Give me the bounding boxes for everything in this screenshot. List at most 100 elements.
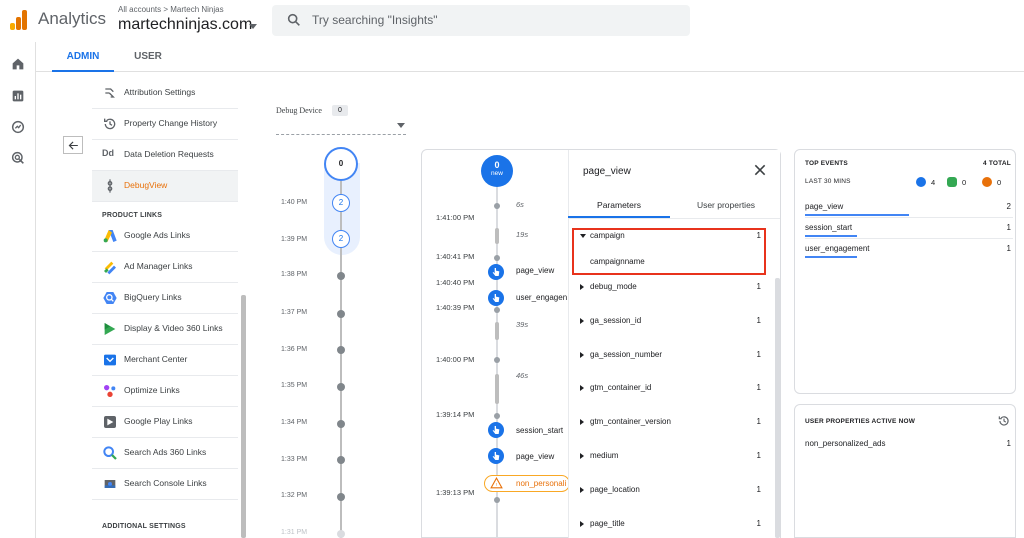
caret-right-icon — [580, 352, 584, 358]
seconds-gap: 6s — [516, 200, 524, 209]
minute-label: 1:36 PM — [281, 346, 308, 353]
reports-icon[interactable] — [10, 88, 26, 104]
seconds-dot — [494, 357, 500, 363]
advertising-icon[interactable] — [10, 150, 26, 166]
seconds-dot — [494, 203, 500, 209]
minute-dot[interactable] — [337, 310, 345, 318]
seconds-dot — [494, 497, 500, 503]
tab-parameters[interactable]: Parameters — [568, 200, 670, 218]
nav-item-bigquery-links[interactable]: BigQuery Links — [92, 283, 238, 314]
seconds-timestamp: 1:40:00 PM — [436, 355, 475, 364]
search-bar[interactable]: Try searching "Insights" — [272, 5, 690, 36]
param-row-page-title[interactable]: page_title 1 — [580, 519, 766, 533]
param-row-ga-session-number[interactable]: ga_session_number 1 — [580, 350, 766, 364]
minute-dot[interactable] — [337, 383, 345, 391]
minute-label: 1:40 PM — [281, 199, 308, 206]
event-label[interactable]: page_view — [516, 452, 554, 461]
minute-event-count[interactable]: 2 — [332, 194, 350, 212]
user-property-row[interactable]: non_personalized_ads 1 — [805, 437, 1013, 457]
event-share-bar — [805, 214, 909, 216]
conversion-event-icon — [947, 177, 957, 187]
left-nav-rail — [0, 42, 36, 538]
minute-dot[interactable] — [337, 420, 345, 428]
app-name: Analytics — [38, 9, 107, 28]
minute-dot[interactable] — [337, 272, 345, 280]
nav-item-optimize-links[interactable]: Optimize Links — [92, 376, 238, 407]
nav-item-search-console-links[interactable]: Search Console Links — [92, 469, 238, 500]
top-events-title: TOP EVENTS — [805, 160, 848, 167]
debugview-icon — [107, 179, 113, 193]
account-breadcrumb[interactable]: All accounts > Martech Ninjas — [118, 5, 224, 14]
account-picker[interactable]: martechninjas.com — [118, 16, 258, 36]
optimize-icon — [104, 385, 116, 397]
top-events-card — [794, 149, 1016, 394]
event-page-view-icon[interactable] — [488, 264, 504, 280]
event-page-view-icon[interactable] — [488, 448, 504, 464]
seconds-new-counter[interactable]: 0 new — [481, 155, 513, 187]
nav-item-debugview[interactable]: DebugView — [92, 171, 238, 202]
conversion-event-count: 0 — [962, 178, 967, 187]
merchant-center-icon — [104, 354, 116, 366]
minute-event-count[interactable]: 2 — [332, 230, 350, 248]
account-name: martechninjas.com — [118, 16, 253, 33]
caret-right-icon — [580, 487, 584, 493]
param-row-page-location[interactable]: page_location 1 — [580, 485, 766, 499]
nav-item-attribution-settings[interactable]: Attribution Settings — [92, 78, 238, 109]
caret-right-icon — [580, 521, 584, 527]
event-session-start-icon[interactable] — [488, 422, 504, 438]
nav-item-merchant-center[interactable]: Merchant Center — [92, 345, 238, 376]
minute-dot[interactable] — [337, 346, 345, 354]
detail-scrollbar[interactable] — [775, 278, 780, 538]
nav-item-property-change-history[interactable]: Property Change History — [92, 109, 238, 140]
nav-item-google-ads-links[interactable]: Google Ads Links — [92, 221, 238, 252]
search-ads-icon — [103, 446, 117, 460]
minutes-top-counter[interactable]: 0 — [324, 147, 358, 181]
analytics-logo[interactable] — [10, 10, 28, 30]
param-row-gtm-container-id[interactable]: gtm_container_id 1 — [580, 383, 766, 397]
nav-item-data-deletion-requests[interactable]: Dd Data Deletion Requests — [92, 140, 238, 171]
seconds-gap: 19s — [516, 230, 529, 239]
param-row-medium[interactable]: medium 1 — [580, 451, 766, 465]
history-icon — [104, 118, 116, 130]
seconds-timestamp: 1:39:13 PM — [436, 488, 475, 497]
minute-dot[interactable] — [337, 493, 345, 501]
tab-user-properties[interactable]: User properties — [674, 200, 778, 218]
event-user-engagement-icon[interactable] — [488, 290, 504, 306]
nav-item-dv360-links[interactable]: Display & Video 360 Links — [92, 314, 238, 345]
highlight-box — [572, 228, 766, 275]
event-label[interactable]: page_view — [516, 266, 554, 275]
user-property-warning-icon: ! — [490, 477, 503, 489]
seconds-gap: 46s — [516, 371, 529, 380]
svg-text:!: ! — [496, 482, 497, 487]
param-row-ga-session-id[interactable]: ga_session_id 1 — [580, 316, 766, 330]
minute-dot[interactable] — [337, 456, 345, 464]
dropdown-arrow-icon[interactable] — [397, 123, 405, 128]
tab-user[interactable]: USER — [128, 42, 168, 72]
dd-icon: Dd — [102, 148, 114, 158]
history-icon[interactable] — [997, 414, 1011, 428]
close-icon[interactable] — [752, 162, 768, 178]
event-label[interactable]: user_engagen — [516, 293, 567, 302]
explore-icon[interactable] — [10, 119, 26, 135]
minute-dot[interactable] — [337, 530, 345, 538]
back-button[interactable] — [63, 136, 83, 154]
nav-item-google-play-links[interactable]: Google Play Links — [92, 407, 238, 438]
param-row-gtm-container-version[interactable]: gtm_container_version 1 — [580, 417, 766, 431]
top-event-row[interactable]: user_engagement 1 — [805, 242, 1013, 262]
nav-scrollbar[interactable] — [241, 295, 246, 538]
admin-user-tabs: ADMIN USER — [36, 42, 1024, 72]
home-icon[interactable] — [10, 56, 26, 72]
debug-device-label: Debug Device — [276, 106, 322, 115]
top-event-row[interactable]: page_view 2 — [805, 200, 1013, 220]
attribution-icon — [105, 88, 115, 98]
seconds-gap-segment — [495, 374, 499, 404]
param-row-debug-mode[interactable]: debug_mode 1 — [580, 282, 766, 296]
nav-item-ad-manager-links[interactable]: Ad Manager Links — [92, 252, 238, 283]
top-event-row[interactable]: session_start 1 — [805, 221, 1013, 241]
section-additional-settings: ADDITIONAL SETTINGS — [102, 523, 186, 530]
event-label[interactable]: session_start — [516, 426, 563, 435]
nav-item-search-ads-360-links[interactable]: Search Ads 360 Links — [92, 438, 238, 469]
tab-admin[interactable]: ADMIN — [52, 42, 114, 72]
caret-right-icon — [580, 284, 584, 290]
debug-device-count: 0 — [332, 105, 348, 116]
